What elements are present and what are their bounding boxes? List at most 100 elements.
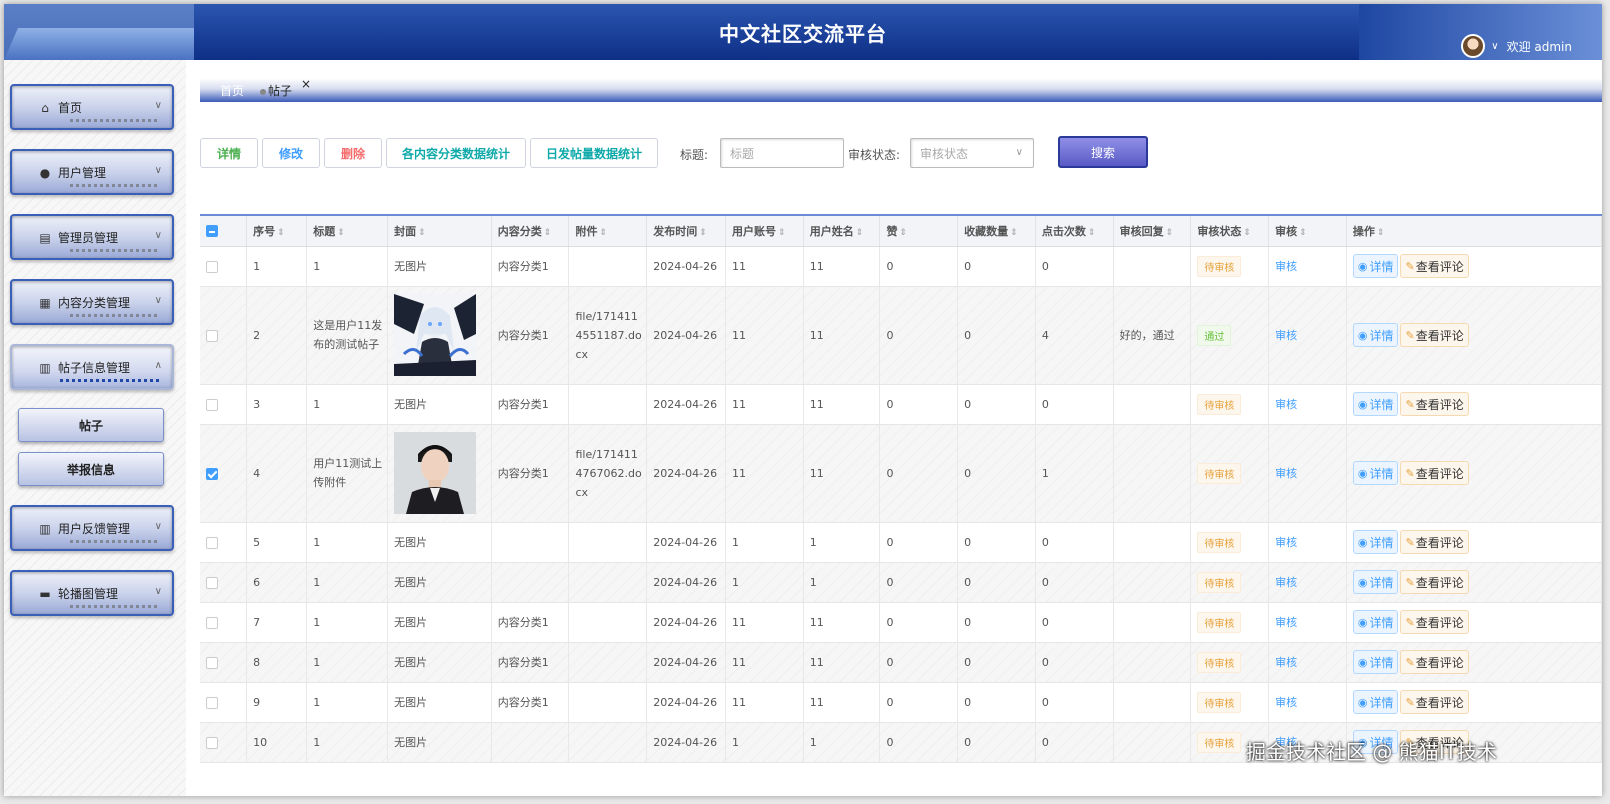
sidebar-item-carousel[interactable]: ▬ 轮播图管理 ∨: [10, 570, 174, 616]
cover-image-anime[interactable]: [394, 294, 477, 376]
review-link[interactable]: 审核: [1275, 696, 1297, 709]
sidebar-item-home[interactable]: ⌂ 首页 ∨: [10, 84, 174, 130]
view-comments-button[interactable]: ✎ 查看评论: [1400, 570, 1469, 594]
view-comments-button[interactable]: ✎ 查看评论: [1400, 610, 1469, 634]
view-comments-button[interactable]: ✎ 查看评论: [1400, 392, 1469, 416]
cell-select[interactable]: [200, 722, 248, 763]
sort-icon[interactable]: ⇕: [856, 228, 864, 238]
sort-icon[interactable]: ⇕: [1010, 228, 1018, 238]
column-header[interactable]: 操作 ⇕: [1346, 216, 1602, 247]
sort-icon[interactable]: ⇕: [778, 228, 786, 238]
tab-home[interactable]: 首页: [220, 82, 244, 99]
status-select[interactable]: 审核状态 ∨: [910, 138, 1034, 168]
attachment-link[interactable]: file/1714114767062.docx: [575, 448, 641, 499]
cell-select[interactable]: [200, 286, 248, 385]
cell-select[interactable]: [200, 522, 248, 563]
sidebar-subitem-reports[interactable]: 举报信息: [18, 452, 164, 486]
view-comments-button[interactable]: ✎ 查看评论: [1400, 461, 1469, 485]
review-link[interactable]: 审核: [1275, 616, 1297, 629]
row-checkbox[interactable]: [206, 536, 218, 549]
column-header[interactable]: 封面 ⇕: [387, 216, 492, 247]
sort-icon[interactable]: ⇕: [1166, 228, 1174, 238]
sidebar-item-feedback[interactable]: ▥ 用户反馈管理 ∨: [10, 505, 174, 551]
review-link[interactable]: 审核: [1275, 656, 1297, 669]
sort-icon[interactable]: ⇕: [544, 228, 552, 238]
column-header[interactable]: 收藏数量 ⇕: [957, 216, 1036, 247]
cell-select[interactable]: [200, 602, 248, 643]
table-row[interactable]: 4 用户11测试上传附件 内容分类1 file/1714114767062.docx 2…: [200, 424, 1602, 523]
view-comments-button[interactable]: ✎ 查看评论: [1400, 323, 1469, 347]
column-header[interactable]: 审核 ⇕: [1268, 216, 1347, 247]
table-row[interactable]: 2 这是用户11发布的测试帖子 内容分类1 file/1714114551187.do…: [200, 286, 1602, 385]
sidebar-item-users[interactable]: ● 用户管理 ∨: [10, 149, 174, 195]
column-header[interactable]: 点击次数 ⇕: [1035, 216, 1114, 247]
row-checkbox[interactable]: [206, 260, 218, 273]
column-header[interactable]: 附件 ⇕: [568, 216, 648, 247]
column-header[interactable]: 赞 ⇕: [879, 216, 959, 247]
user-menu[interactable]: ∨ 欢迎 admin: [1461, 34, 1572, 58]
sort-icon[interactable]: ⇕: [1088, 228, 1096, 238]
row-detail-button[interactable]: ◉ 详情: [1352, 610, 1399, 634]
cell-select[interactable]: [200, 562, 248, 603]
edit-button[interactable]: 修改: [262, 138, 320, 168]
sidebar-item-posts[interactable]: ▥ 帖子信息管理 ∧: [10, 344, 174, 390]
row-detail-button[interactable]: ◉ 详情: [1352, 254, 1399, 278]
sort-icon[interactable]: ⇕: [277, 228, 285, 238]
chevron-down-icon[interactable]: ∨: [1491, 41, 1498, 52]
column-header[interactable]: 用户姓名 ⇕: [803, 216, 881, 247]
review-link[interactable]: 审核: [1275, 467, 1297, 480]
sort-icon[interactable]: ⇕: [1377, 228, 1385, 238]
column-header[interactable]: 内容分类 ⇕: [491, 216, 570, 247]
sort-icon[interactable]: ⇕: [1299, 228, 1307, 238]
sidebar-item-categories[interactable]: ▦ 内容分类管理 ∨: [10, 279, 174, 325]
search-button[interactable]: 搜索: [1058, 136, 1148, 168]
sort-icon[interactable]: ⇕: [1243, 228, 1251, 238]
table-row[interactable]: 5 1 无图片 2024-04-26 1 1 0 0 0 待审核 审核 ◉ 详情 ✎ 查看评论: [200, 522, 1602, 563]
review-link[interactable]: 审核: [1275, 329, 1297, 342]
sort-icon[interactable]: ⇕: [418, 228, 426, 238]
title-search-input[interactable]: 标题: [720, 138, 844, 168]
sidebar-subitem-posts[interactable]: 帖子: [18, 408, 164, 442]
table-row[interactable]: 7 1 无图片 内容分类1 2024-04-26 11 11 0 0 0 待审核 审核 ◉ 详情 ✎ 查看评论: [200, 602, 1602, 643]
category-stats-button[interactable]: 各内容分类数据统计: [386, 138, 526, 168]
review-link[interactable]: 审核: [1275, 260, 1297, 273]
row-detail-button[interactable]: ◉ 详情: [1352, 461, 1399, 485]
row-checkbox[interactable]: [206, 398, 218, 411]
table-row[interactable]: 9 1 无图片 内容分类1 2024-04-26 11 11 0 0 0 待审核 审核 ◉ 详情 ✎ 查看评论: [200, 682, 1602, 723]
table-row[interactable]: 1 1 无图片 内容分类1 2024-04-26 11 11 0 0 0 待审核 审核 ◉ 详情 ✎ 查看评论: [200, 246, 1602, 287]
view-comments-button[interactable]: ✎ 查看评论: [1400, 254, 1469, 278]
cell-select[interactable]: [200, 682, 248, 723]
view-comments-button[interactable]: ✎ 查看评论: [1400, 650, 1469, 674]
cell-select[interactable]: [200, 424, 248, 523]
sort-icon[interactable]: ⇕: [899, 228, 907, 238]
avatar[interactable]: [1461, 34, 1486, 58]
row-detail-button[interactable]: ◉ 详情: [1352, 392, 1399, 416]
column-header[interactable]: 审核状态 ⇕: [1190, 216, 1270, 247]
cell-select[interactable]: [200, 246, 248, 287]
cell-select[interactable]: [200, 642, 248, 683]
column-header[interactable]: 标题 ⇕: [306, 216, 389, 247]
table-row[interactable]: 6 1 无图片 2024-04-26 1 1 0 0 0 待审核 审核 ◉ 详情 ✎ 查看评论: [200, 562, 1602, 603]
table-row[interactable]: 8 1 无图片 内容分类1 2024-04-26 11 11 0 0 0 待审核 审核 ◉ 详情 ✎ 查看评论: [200, 642, 1602, 683]
review-link[interactable]: 审核: [1275, 536, 1297, 549]
row-checkbox[interactable]: [206, 736, 218, 749]
column-header[interactable]: 序号 ⇕: [246, 216, 308, 247]
table-row[interactable]: 3 1 无图片 内容分类1 2024-04-26 11 11 0 0 0 待审核 审核 ◉ 详情 ✎ 查看评论: [200, 384, 1602, 425]
row-detail-button[interactable]: ◉ 详情: [1352, 650, 1399, 674]
row-detail-button[interactable]: ◉ 详情: [1352, 323, 1399, 347]
daily-stats-button[interactable]: 日发帖量数据统计: [530, 138, 658, 168]
row-checkbox[interactable]: [206, 467, 218, 480]
column-header[interactable]: 用户账号 ⇕: [725, 216, 804, 247]
sort-icon[interactable]: ⇕: [337, 228, 345, 238]
cover-image-portrait[interactable]: [394, 432, 477, 514]
attachment-link[interactable]: file/1714114551187.docx: [575, 310, 641, 361]
row-detail-button[interactable]: ◉ 详情: [1352, 530, 1399, 554]
tab-post[interactable]: 帖子: [260, 82, 292, 99]
sort-icon[interactable]: ⇕: [599, 228, 607, 238]
row-checkbox[interactable]: [206, 696, 218, 709]
row-checkbox[interactable]: [206, 576, 218, 589]
select-all-checkbox[interactable]: [206, 225, 218, 238]
column-header[interactable]: 审核回复 ⇕: [1113, 216, 1192, 247]
row-checkbox[interactable]: [206, 656, 218, 669]
sidebar-item-admins[interactable]: ▤ 管理员管理 ∨: [10, 214, 174, 260]
